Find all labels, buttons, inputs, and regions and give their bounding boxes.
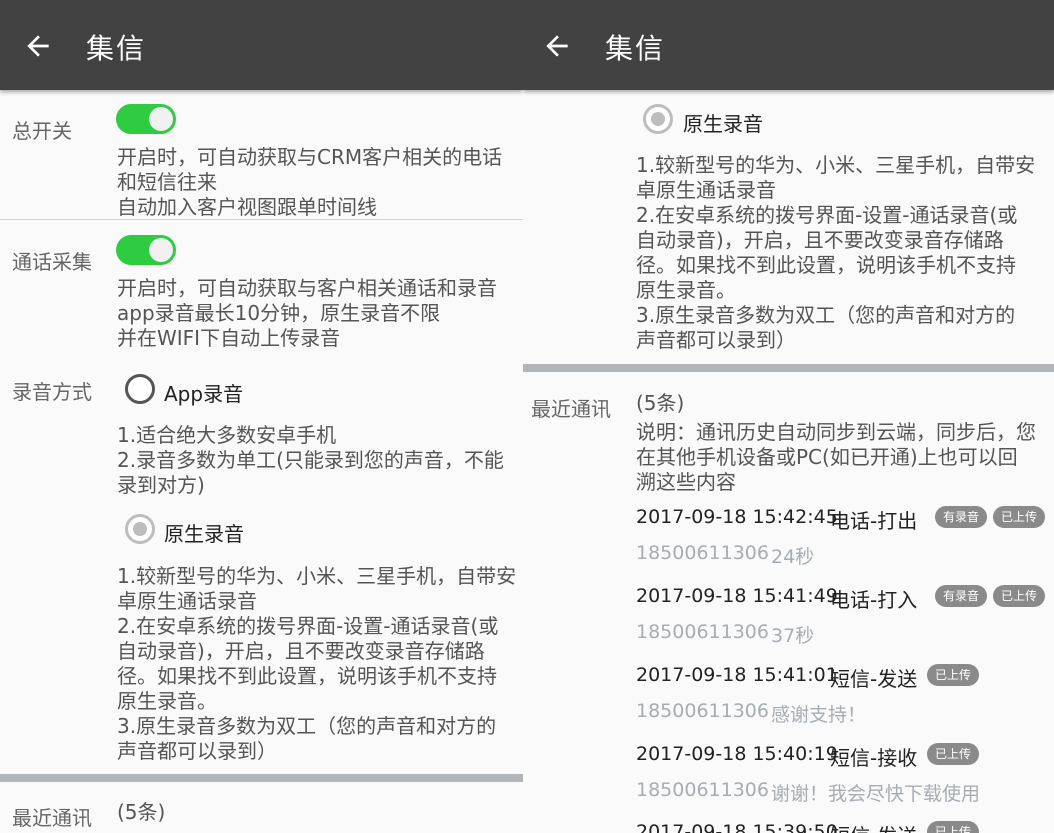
radio-native-recording[interactable] [643,104,673,134]
native-recording-label[interactable]: 原生录音 [164,518,244,547]
note-line: 在其他手机设备或PC(如已开通)上也可以回 [636,445,1018,469]
page-title: 集信 [86,32,147,65]
call-time[interactable]: 2017-09-18 15:41:49 [636,585,838,607]
phone-number: 18500611306 [636,779,769,801]
toggle-knob [149,107,173,131]
phone-number: 18500611306 [636,700,769,722]
call-capture-desc: 开启时，可自动获取与客户相关通话和录音 app录音最长10分钟，原生录音不限 并… [117,276,497,351]
master-switch-desc: 开启时，可自动获取与CRM客户相关的电话 和短信往来 自动加入客户视图跟单时间线 [117,145,502,220]
recent-label: 最近通讯 [531,397,611,421]
divider [0,219,523,220]
phone-number: 18500611306 [636,621,769,643]
desc-line: 原生录音。 [636,278,736,302]
call-duration: 24秒 [771,546,815,568]
call-type[interactable]: 电话-打出 [830,505,917,534]
desc-line: 1.较新型号的华为、小米、三星手机，自带安 [117,564,517,588]
uploaded-badge: 已上传 [993,585,1046,607]
sms-type[interactable]: 短信-发送 [830,820,917,833]
recent-count: (5条) [636,391,685,415]
desc-line: 声音都可以录到） [636,328,796,352]
sms-content: 谢谢！我会尽快下载使用 [771,783,981,805]
note-line: 溯这些内容 [636,470,736,494]
recent-note: 说明：通讯历史自动同步到云端，同步后，您 在其他手机设备或PC(如已开通)上也可… [636,420,1036,495]
desc-line: 开启时，可自动获取与客户相关通话和录音 [117,276,497,300]
note-line: 说明：通讯历史自动同步到云端，同步后，您 [636,420,1036,444]
page-title: 集信 [605,32,666,65]
desc-line: 声音都可以录到） [117,739,277,763]
app-recording-desc: 1.适合绝大多数安卓手机 2.录音多数为单工(只能录到您的声音，不能 录到对方) [117,423,504,498]
call-capture-label: 通话采集 [12,250,92,274]
desc-line: 和短信往来 [117,170,217,194]
uploaded-badge: 已上传 [927,821,980,833]
desc-line: 并在WIFI下自动上传录音 [117,326,341,350]
radio-app-recording[interactable] [125,374,155,404]
uploaded-badge: 已上传 [927,743,980,765]
native-recording-label[interactable]: 原生录音 [683,108,763,137]
arrow-left-icon [27,35,49,57]
native-recording-desc: 1.较新型号的华为、小米、三星手机，自带安 卓原生通话录音 2.在安卓系统的拨号… [117,564,516,764]
screen-right: 集信 原生录音 1.较新型号的华为、小米、三星手机，自带安 卓原生通话录音 2.… [523,0,1054,833]
desc-line: 2.在安卓系统的拨号界面-设置-通话录音(或 [636,203,1018,227]
sms-content: 感谢支持！ [771,704,867,726]
native-recording-desc: 1.较新型号的华为、小米、三星手机，自带安 卓原生通话录音 2.在安卓系统的拨号… [636,153,1035,353]
back-button[interactable] [22,30,54,62]
sms-time[interactable]: 2017-09-18 15:40:19 [636,743,838,765]
sms-time[interactable]: 2017-09-18 15:39:50 [636,821,838,833]
desc-line: 径。如果找不到此设置，说明该手机不支持 [636,253,1016,277]
master-switch-label: 总开关 [12,119,72,143]
desc-line: 3.原生录音多数为双工（您的声音和对方的 [636,303,1016,327]
desc-line: 自动录音)，开启，且不要改变录音存储路 [636,228,1004,252]
sms-type[interactable]: 短信-发送 [830,663,917,692]
screen-left: 集信 总开关 开启时，可自动获取与CRM客户相关的电话 和短信往来 自动加入客户… [0,0,523,833]
screens: 集信 总开关 开启时，可自动获取与CRM客户相关的电话 和短信往来 自动加入客户… [0,0,1054,833]
desc-line: 卓原生通话录音 [636,178,776,202]
app-bar: 集信 [523,0,1054,90]
section-divider [523,364,1054,372]
uploaded-badge: 已上传 [927,664,980,686]
recorded-badge: 有录音 [935,585,988,607]
call-capture-toggle[interactable] [116,235,176,265]
sms-time[interactable]: 2017-09-18 15:41:01 [636,664,838,686]
desc-line: 卓原生通话录音 [117,589,257,613]
app-recording-label[interactable]: App录音 [164,378,243,407]
desc-line: 自动加入客户视图跟单时间线 [117,195,377,219]
arrow-left-icon [546,35,568,57]
app-bar: 集信 [0,0,523,90]
recent-label: 最近通讯 [12,806,92,830]
call-duration: 37秒 [771,625,815,647]
radio-native-recording[interactable] [125,514,155,544]
section-divider [0,774,523,782]
desc-line: app录音最长10分钟，原生录音不限 [117,301,441,325]
desc-line: 自动录音)，开启，且不要改变录音存储路 [117,639,485,663]
call-type[interactable]: 电话-打入 [830,584,917,613]
desc-line: 1.较新型号的华为、小米、三星手机，自带安 [636,153,1036,177]
desc-line: 1.适合绝大多数安卓手机 [117,423,337,447]
recorded-badge: 有录音 [935,506,988,528]
back-button[interactable] [541,30,573,62]
desc-line: 径。如果找不到此设置，说明该手机不支持 [117,664,497,688]
desc-line: 2.在安卓系统的拨号界面-设置-通话录音(或 [117,614,499,638]
phone-number: 18500611306 [636,542,769,564]
desc-line: 开启时，可自动获取与CRM客户相关的电话 [117,145,503,169]
master-switch-toggle[interactable] [116,104,176,134]
desc-line: 原生录音。 [117,689,217,713]
desc-line: 录到对方) [117,473,205,497]
recording-mode-label: 录音方式 [12,380,92,404]
recent-count: (5条) [117,800,166,824]
toggle-knob [149,238,173,262]
desc-line: 3.原生录音多数为双工（您的声音和对方的 [117,714,497,738]
desc-line: 2.录音多数为单工(只能录到您的声音，不能 [117,448,504,472]
sms-type[interactable]: 短信-接收 [830,742,917,771]
call-time[interactable]: 2017-09-18 15:42:45 [636,506,838,528]
uploaded-badge: 已上传 [993,506,1046,528]
